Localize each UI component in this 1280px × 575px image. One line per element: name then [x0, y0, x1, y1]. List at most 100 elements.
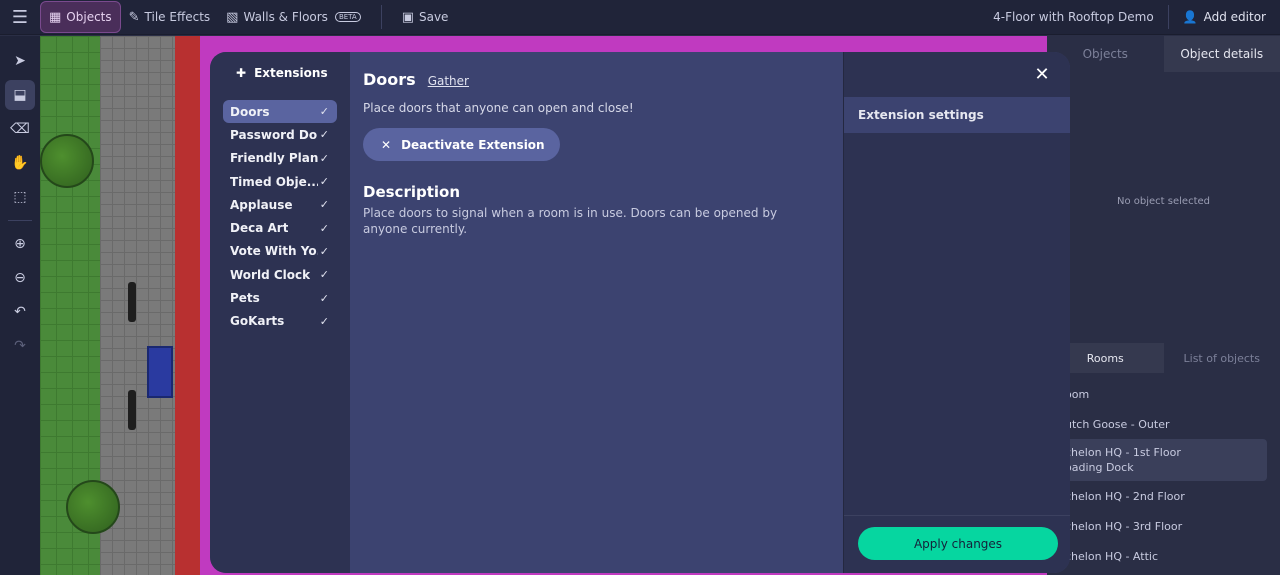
zoom-in-icon[interactable]: ⊕: [5, 229, 35, 259]
room-list: oom utch Goose - Outer chelon HQ - 1st F…: [1047, 379, 1280, 571]
checkmark-icon: ✓: [319, 175, 329, 189]
wand-icon: ✎: [128, 9, 140, 25]
hand-icon[interactable]: ✋: [5, 148, 35, 178]
objects-icon: ▦: [49, 9, 62, 25]
extensions-header: ✚ Extensions: [210, 64, 350, 82]
tile-effects-label: Tile Effects: [144, 10, 211, 24]
extension-item-applause[interactable]: Applause ✓: [223, 193, 337, 216]
top-right-area: 4-Floor with Rooftop Demo 👤 Add editor: [979, 0, 1280, 35]
tile-effects-tool-button[interactable]: ✎ Tile Effects: [121, 1, 219, 33]
top-bar: ☰ ▦ Objects ✎ Tile Effects ▧ Walls & Flo…: [0, 0, 1280, 35]
add-editor-button[interactable]: 👤 Add editor: [1167, 5, 1280, 29]
tool-separator: [8, 220, 32, 221]
checkmark-icon: ✓: [319, 291, 329, 305]
blue-object: [147, 346, 173, 398]
walls-floors-tool-button[interactable]: ▧ Walls & Floors BETA: [218, 1, 369, 33]
close-icon: ✕: [381, 137, 392, 152]
checkmark-icon: ✓: [319, 198, 329, 212]
rooms-tabs: Rooms List of objects: [1047, 343, 1280, 373]
checkmark-icon: ✓: [319, 221, 329, 235]
extension-item-gokarts[interactable]: GoKarts ✓: [223, 310, 337, 333]
settings-footer: Apply changes: [844, 515, 1070, 573]
extension-item-timed-objects[interactable]: Timed Obje... ✓: [223, 170, 337, 193]
object-tabs: Objects Object details: [1047, 36, 1280, 72]
room-list-item[interactable]: chelon HQ - 2nd Floor: [1047, 481, 1280, 511]
extensions-modal: ✚ Extensions Doors ✓ Password Do... ✓ Fr…: [210, 52, 1070, 573]
extension-item-password-doors[interactable]: Password Do... ✓: [223, 123, 337, 146]
zoom-out-icon[interactable]: ⊖: [5, 263, 35, 293]
objects-tool-label: Objects: [66, 10, 112, 24]
extension-settings-panel: ✕ Extension settings Apply changes: [843, 52, 1070, 573]
checkmark-icon: ✓: [319, 128, 329, 142]
tree-object: [40, 134, 94, 188]
marquee-select-icon[interactable]: ⬚: [5, 182, 35, 212]
map-name: 4-Floor with Rooftop Demo: [993, 10, 1154, 24]
close-modal-icon[interactable]: ✕: [1032, 64, 1052, 85]
objects-tool-button[interactable]: ▦ Objects: [40, 1, 121, 33]
room-list-item[interactable]: chelon HQ - 3rd Floor: [1047, 511, 1280, 541]
street-lamp-object: [128, 282, 136, 322]
extension-label: Pets: [230, 291, 260, 306]
eraser-icon[interactable]: ⌫: [5, 114, 35, 144]
save-label: Save: [418, 10, 449, 24]
author-link[interactable]: Gather: [428, 74, 469, 88]
description-text: Place doors to signal when a room is in …: [363, 206, 778, 236]
extension-item-doors[interactable]: Doors ✓: [223, 100, 337, 124]
stamp-icon[interactable]: ⬓: [5, 80, 35, 110]
checkmark-icon: ✓: [319, 268, 329, 282]
walls-icon: ▧: [226, 9, 239, 25]
extension-item-deca-art[interactable]: Deca Art ✓: [223, 216, 337, 239]
beta-badge: BETA: [334, 12, 361, 22]
right-panel: Objects Object details No object selecte…: [1047, 36, 1280, 575]
left-toolbar: ➤ ⬓ ⌫ ✋ ⬚ ⊕ ⊖ ↶ ↷: [0, 36, 40, 575]
extension-label: Friendly Plant: [230, 151, 318, 166]
deactivate-label: Deactivate Extension: [401, 137, 545, 152]
apply-changes-button[interactable]: Apply changes: [858, 527, 1058, 560]
extension-detail: Doors Gather Place doors that anyone can…: [350, 52, 843, 573]
redo-icon[interactable]: ↷: [5, 331, 35, 361]
extension-title: Doors: [363, 70, 416, 89]
extension-subtitle: Place doors that anyone can open and clo…: [363, 101, 634, 115]
extension-settings-item[interactable]: Extension settings: [844, 97, 1070, 133]
no-object-message: No object selected: [1117, 196, 1210, 207]
extension-label: Deca Art: [230, 221, 289, 236]
street-lamp-object: [128, 390, 136, 430]
extension-label: Doors: [230, 104, 270, 119]
tab-object-details[interactable]: Object details: [1163, 36, 1280, 72]
deactivate-extension-button[interactable]: ✕ Deactivate Extension: [363, 128, 560, 161]
checkmark-icon: ✓: [319, 151, 329, 165]
extension-label: Vote With Yo...: [230, 244, 318, 259]
extension-label: Password Do...: [230, 127, 318, 142]
checkmark-icon: ✓: [319, 314, 329, 328]
tab-list-of-objects[interactable]: List of objects: [1164, 343, 1280, 373]
room-list-item[interactable]: chelon HQ - Attic: [1047, 541, 1280, 571]
description-heading: Description: [363, 183, 461, 201]
extensions-sidebar: ✚ Extensions Doors ✓ Password Do... ✓ Fr…: [210, 52, 350, 573]
puzzle-piece-icon: ✚: [236, 66, 247, 80]
extension-item-world-clock[interactable]: World Clock ✓: [223, 263, 337, 286]
apply-changes-label: Apply changes: [913, 536, 1003, 551]
menu-icon[interactable]: ☰: [0, 0, 40, 35]
undo-icon[interactable]: ↶: [5, 297, 35, 327]
extension-item-friendly-plant[interactable]: Friendly Plant ✓: [223, 147, 337, 170]
extension-label: Timed Obje...: [230, 174, 318, 189]
save-icon: ▣: [401, 9, 414, 25]
extension-header: Doors Gather: [363, 70, 830, 89]
room-list-item[interactable]: oom: [1047, 379, 1280, 409]
save-button[interactable]: ▣ Save: [394, 1, 457, 33]
walls-floors-label: Walls & Floors: [243, 10, 328, 24]
room-list-item-selected[interactable]: chelon HQ - 1st Floor oading Dock: [1047, 439, 1267, 481]
toolbar-divider: [380, 5, 382, 29]
room-list-item[interactable]: utch Goose - Outer: [1047, 409, 1280, 439]
tree-object: [66, 480, 120, 534]
extension-label: GoKarts: [230, 314, 285, 329]
select-cursor-icon[interactable]: ➤: [5, 46, 35, 76]
extension-label: Applause: [230, 197, 293, 212]
add-editor-label: Add editor: [1203, 10, 1266, 24]
extension-item-pets[interactable]: Pets ✓: [223, 286, 337, 309]
extension-label: World Clock: [230, 267, 311, 282]
checkmark-icon: ✓: [319, 244, 329, 258]
extensions-title: Extensions: [254, 66, 328, 80]
extension-item-vote[interactable]: Vote With Yo... ✓: [223, 240, 337, 263]
checkmark-icon: ✓: [319, 105, 329, 119]
